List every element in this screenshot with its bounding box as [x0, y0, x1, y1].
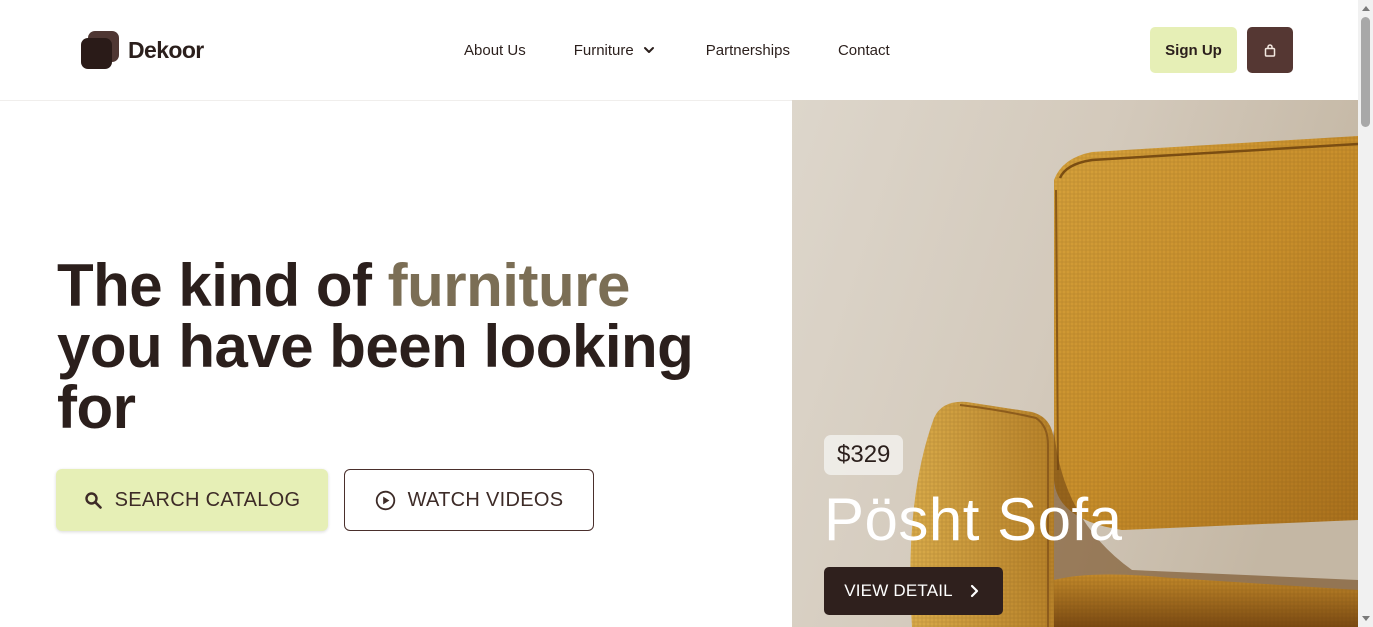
scroll-up-arrow-icon[interactable] — [1362, 6, 1370, 11]
cart-button[interactable] — [1247, 27, 1293, 73]
search-catalog-button[interactable]: SEARCH CATALOG — [56, 469, 328, 531]
watch-videos-label: WATCH VIDEOS — [407, 488, 564, 511]
scroll-down-arrow-icon[interactable] — [1362, 616, 1370, 621]
nav-item-partnerships[interactable]: Partnerships — [706, 42, 790, 59]
view-detail-label: VIEW DETAIL — [844, 581, 953, 600]
headline-accent: furniture — [387, 252, 631, 319]
brand-name: Dekoor — [128, 36, 204, 63]
watch-videos-button[interactable]: WATCH VIDEOS — [344, 469, 594, 531]
headline-part-1: The kind of — [57, 252, 388, 319]
brand-logo[interactable]: Dekoor — [81, 31, 204, 69]
product-price: $329 — [824, 435, 904, 475]
product-name: Pösht Sofa — [824, 486, 1123, 553]
search-icon — [84, 491, 102, 509]
main-nav: About Us Furniture Partnerships Contact — [464, 38, 890, 62]
nav-item-furniture[interactable]: Furniture — [574, 42, 655, 59]
scrollbar-thumb[interactable] — [1361, 17, 1370, 127]
play-circle-icon — [375, 490, 395, 510]
nav-item-about-us[interactable]: About Us — [464, 42, 526, 59]
sign-up-button[interactable]: Sign Up — [1150, 27, 1237, 73]
headline-part-2: you have been looking for — [57, 313, 694, 441]
site-header: Dekoor About Us Furniture Partnerships C… — [0, 0, 1358, 101]
chevron-right-icon — [970, 584, 978, 598]
view-detail-button[interactable]: VIEW DETAIL — [824, 567, 1003, 615]
shopping-bag-icon — [1264, 43, 1276, 57]
search-catalog-label: SEARCH CATALOG — [114, 488, 301, 511]
nav-item-furniture-label: Furniture — [573, 41, 634, 59]
page-scrollbar[interactable] — [1358, 0, 1373, 627]
nav-item-contact[interactable]: Contact — [838, 42, 890, 59]
chevron-down-icon — [643, 47, 654, 53]
hero-headline: The kind of furniture you have been looki… — [57, 255, 757, 438]
logo-mark-icon — [81, 31, 119, 69]
featured-product-card: $329 Pösht Sofa VIEW DETAIL — [792, 100, 1358, 627]
